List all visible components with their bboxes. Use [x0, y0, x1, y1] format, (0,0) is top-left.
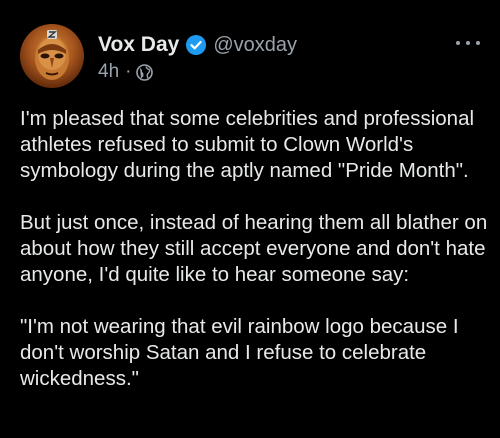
golden-mask-icon	[35, 30, 69, 80]
post-timestamp[interactable]: 4h	[98, 61, 119, 83]
post-card: Vox Day @voxday 4h · I'm pleased that so…	[0, 0, 500, 438]
author-handle[interactable]: @voxday	[213, 34, 297, 57]
author-display-name[interactable]: Vox Day	[98, 33, 179, 57]
more-options-icon[interactable]	[456, 38, 480, 48]
post-meta: 4h ·	[98, 60, 154, 84]
verified-badge-icon	[185, 34, 207, 56]
post-body: I'm pleased that some celebrities and pr…	[20, 106, 488, 418]
meta-separator: ·	[125, 61, 132, 82]
post-paragraph-2: But just once, instead of hearing them a…	[20, 211, 493, 286]
globe-icon	[136, 63, 154, 81]
post-paragraph-3: "I'm not wearing that evil rainbow logo …	[20, 315, 465, 390]
author-row: Vox Day @voxday	[98, 32, 297, 58]
post-paragraph-1: I'm pleased that some celebrities and pr…	[20, 107, 480, 182]
avatar[interactable]	[20, 24, 84, 88]
